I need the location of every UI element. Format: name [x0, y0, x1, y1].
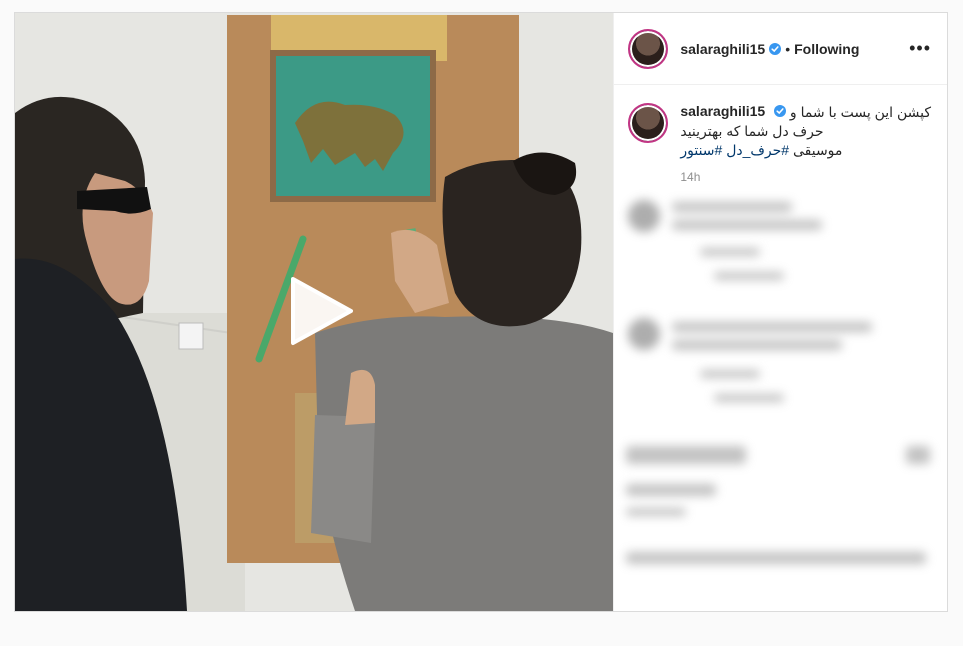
comment-text-line	[672, 340, 843, 350]
more-options-icon[interactable]: •••	[909, 38, 931, 59]
comment-meta-line	[714, 394, 785, 402]
comment-avatar	[628, 318, 661, 350]
date-line	[626, 508, 687, 516]
caption-body: salaraghili15 کپشن این پست با شما و حرف …	[680, 103, 931, 184]
caption-hashtags[interactable]: #حرف_دل #سنتور	[680, 142, 789, 158]
comment-text-line	[672, 220, 823, 230]
blurred-comments-area	[614, 188, 947, 611]
verified-badge-icon	[773, 105, 786, 117]
post-caption: salaraghili15 کپشن این پست با شما و حرف …	[614, 85, 947, 184]
caption-tags-prefix: موسیقی	[792, 142, 843, 158]
caption-username[interactable]: salaraghili15	[680, 103, 765, 119]
comment-input	[626, 552, 927, 564]
post-video[interactable]	[15, 13, 614, 611]
following-button[interactable]: Following	[794, 41, 859, 57]
comment-meta-line	[700, 370, 761, 378]
comment-meta-line	[700, 248, 761, 256]
post-timestamp: 14h	[680, 170, 701, 184]
caption-first-line: salaraghili15 کپشن این پست با شما و	[680, 103, 931, 122]
verified-badge-icon	[769, 42, 782, 55]
play-icon[interactable]	[283, 275, 355, 347]
caption-text-line2: حرف دل شما که بهترینید	[680, 123, 824, 139]
instagram-post: salaraghili15 • Following ••• salaraghil…	[14, 12, 948, 612]
caption-text-line1: کپشن این پست با شما و	[789, 104, 931, 120]
likes-line	[626, 484, 717, 496]
follow-separator: •	[785, 40, 791, 57]
comment-avatar	[628, 200, 661, 232]
post-header: salaraghili15 • Following •••	[614, 13, 947, 85]
comment-text-line	[672, 202, 793, 212]
header-username[interactable]: salaraghili15	[680, 41, 765, 57]
action-icons-row	[626, 446, 747, 464]
caption-avatar[interactable]	[628, 103, 669, 143]
comment-text-line	[672, 322, 873, 332]
caption-user: salaraghili15	[680, 103, 786, 121]
post-sidebar: salaraghili15 • Following ••• salaraghil…	[613, 13, 947, 611]
caption-tags-line: موسیقی #حرف_دل #سنتور	[680, 141, 931, 160]
comment-meta-line	[714, 272, 785, 280]
avatar[interactable]	[628, 28, 669, 69]
save-icon-placeholder	[906, 446, 931, 464]
